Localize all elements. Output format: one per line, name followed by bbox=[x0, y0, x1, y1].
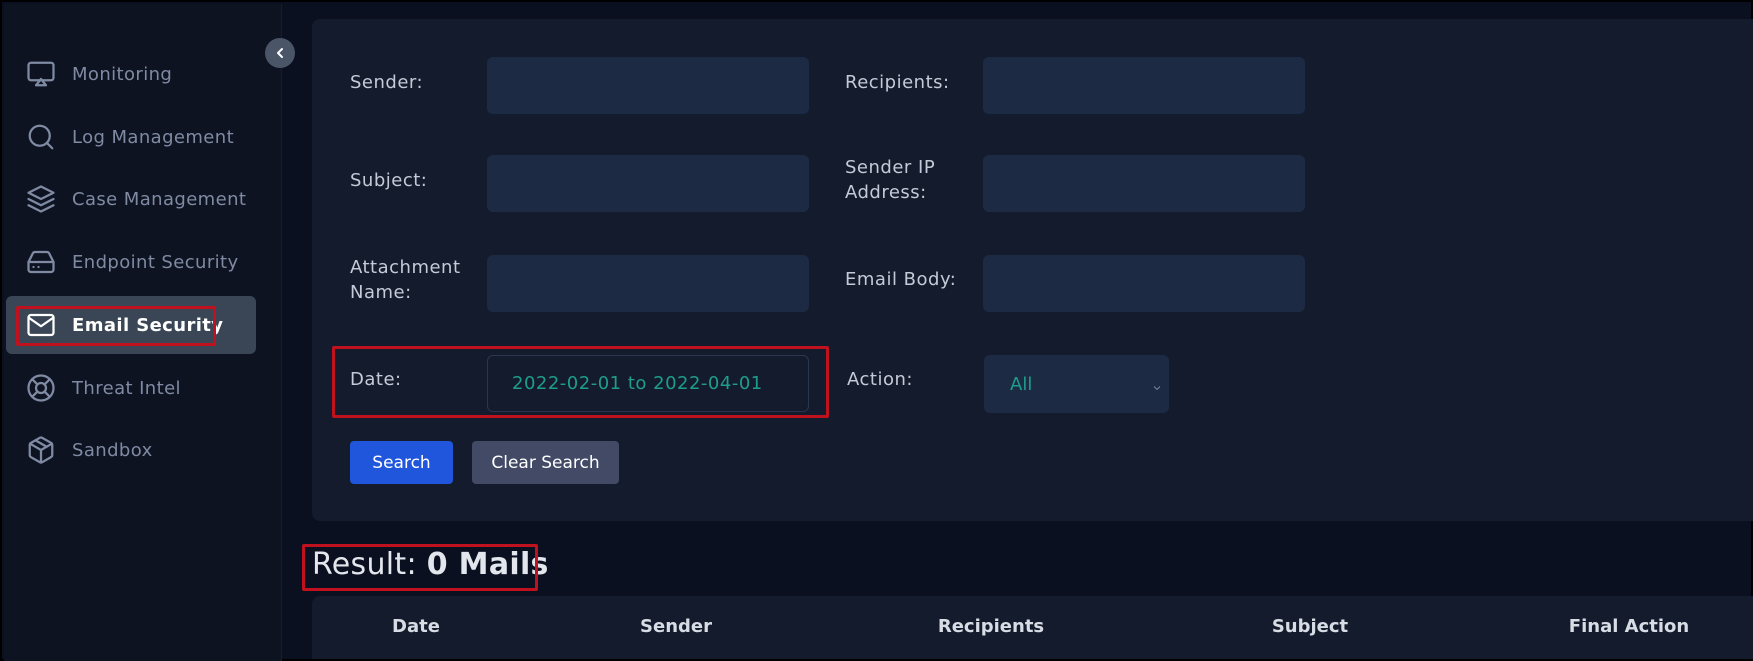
life-buoy-icon bbox=[26, 373, 56, 403]
sidebar-item-log-management[interactable]: Log Management bbox=[6, 108, 256, 166]
sidebar-item-sandbox[interactable]: Sandbox bbox=[6, 421, 256, 479]
highlight-box bbox=[16, 306, 216, 346]
sidebar-collapse-button[interactable] bbox=[265, 38, 295, 68]
highlight-box bbox=[332, 346, 829, 418]
attachment-label-line1: Attachment bbox=[350, 257, 461, 278]
sender-ip-input[interactable] bbox=[983, 155, 1305, 212]
column-header-subject[interactable]: Subject bbox=[1272, 616, 1348, 637]
sidebar-item-label: Endpoint Security bbox=[72, 251, 239, 273]
recipients-input[interactable] bbox=[983, 57, 1305, 114]
app-window: Monitoring Log Management Case Managemen… bbox=[0, 0, 1753, 661]
subject-label: Subject: bbox=[350, 170, 428, 191]
sender-input[interactable] bbox=[487, 57, 809, 114]
sidebar-item-label: Threat Intel bbox=[72, 377, 181, 399]
search-icon bbox=[26, 122, 56, 152]
package-icon bbox=[26, 435, 56, 465]
highlight-box bbox=[302, 544, 538, 591]
sidebar-item-monitoring[interactable]: Monitoring bbox=[6, 45, 256, 103]
sidebar-item-label: Log Management bbox=[72, 126, 235, 148]
sender-label: Sender: bbox=[350, 72, 424, 93]
column-header-final-action[interactable]: Final Action bbox=[1569, 616, 1689, 637]
email-body-label: Email Body: bbox=[845, 269, 957, 290]
action-select-value: All bbox=[1010, 373, 1033, 395]
sidebar-item-endpoint-security[interactable]: Endpoint Security bbox=[6, 233, 256, 291]
sender-ip-label-line1: Sender IP bbox=[845, 157, 936, 178]
sidebar-item-email-security[interactable]: Email Security bbox=[6, 296, 256, 354]
sidebar-item-label: Sandbox bbox=[72, 439, 153, 461]
hard-drive-icon bbox=[26, 247, 56, 277]
clear-search-button[interactable]: Clear Search bbox=[472, 441, 619, 484]
chevron-down-icon bbox=[1151, 378, 1163, 391]
results-table-header: Date Sender Recipients Subject Final Act… bbox=[312, 596, 1753, 659]
action-select[interactable]: All bbox=[984, 355, 1169, 413]
recipients-label: Recipients: bbox=[845, 72, 950, 93]
monitor-icon bbox=[26, 59, 56, 89]
column-header-date[interactable]: Date bbox=[392, 616, 440, 637]
attachment-name-input[interactable] bbox=[487, 255, 809, 312]
layers-icon bbox=[26, 184, 56, 214]
subject-input[interactable] bbox=[487, 155, 809, 212]
column-header-sender[interactable]: Sender bbox=[640, 616, 712, 637]
email-body-input[interactable] bbox=[983, 255, 1305, 312]
sidebar-item-case-management[interactable]: Case Management bbox=[6, 170, 256, 228]
chevron-left-icon bbox=[272, 45, 288, 61]
attachment-name-label: Attachment Name: bbox=[350, 255, 461, 305]
attachment-label-line2: Name: bbox=[350, 282, 412, 303]
sidebar-item-label: Case Management bbox=[72, 188, 247, 210]
sidebar-item-threat-intel[interactable]: Threat Intel bbox=[6, 359, 256, 417]
sidebar-item-label: Monitoring bbox=[72, 63, 173, 85]
sidebar: Monitoring Log Management Case Managemen… bbox=[4, 4, 282, 661]
sender-ip-label: Sender IP Address: bbox=[845, 155, 935, 205]
search-button[interactable]: Search bbox=[350, 441, 453, 484]
action-label: Action: bbox=[847, 369, 913, 390]
column-header-recipients[interactable]: Recipients bbox=[938, 616, 1044, 637]
sender-ip-label-line2: Address: bbox=[845, 182, 927, 203]
